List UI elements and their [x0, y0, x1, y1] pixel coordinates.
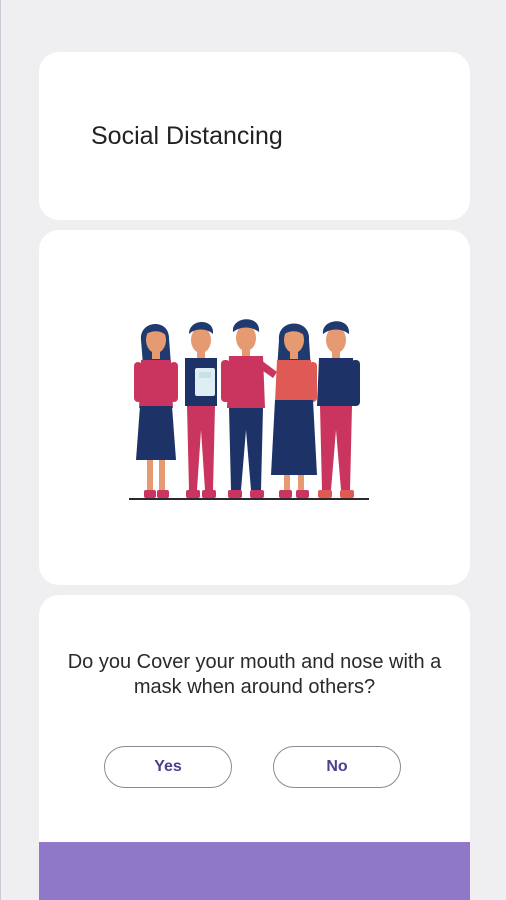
- person-2-figure: [185, 322, 217, 498]
- person-3-figure: [221, 319, 277, 498]
- person-1-figure: [134, 323, 178, 498]
- title-card: Social Distancing: [39, 52, 470, 220]
- group-of-people-illustration: [129, 319, 369, 500]
- page-title: Social Distancing: [91, 122, 283, 150]
- app-screen: Social Distancing Do you Cover your mout…: [0, 0, 506, 900]
- ground-line: [129, 498, 369, 500]
- yes-button[interactable]: Yes: [104, 746, 232, 788]
- person-5-figure: [317, 321, 360, 498]
- question-text: Do you Cover your mouth and nose with a …: [67, 651, 442, 698]
- no-button[interactable]: No: [273, 746, 401, 788]
- illustration-card: [39, 230, 470, 585]
- person-4-figure: [271, 323, 317, 498]
- bottom-action-bar[interactable]: [39, 842, 470, 900]
